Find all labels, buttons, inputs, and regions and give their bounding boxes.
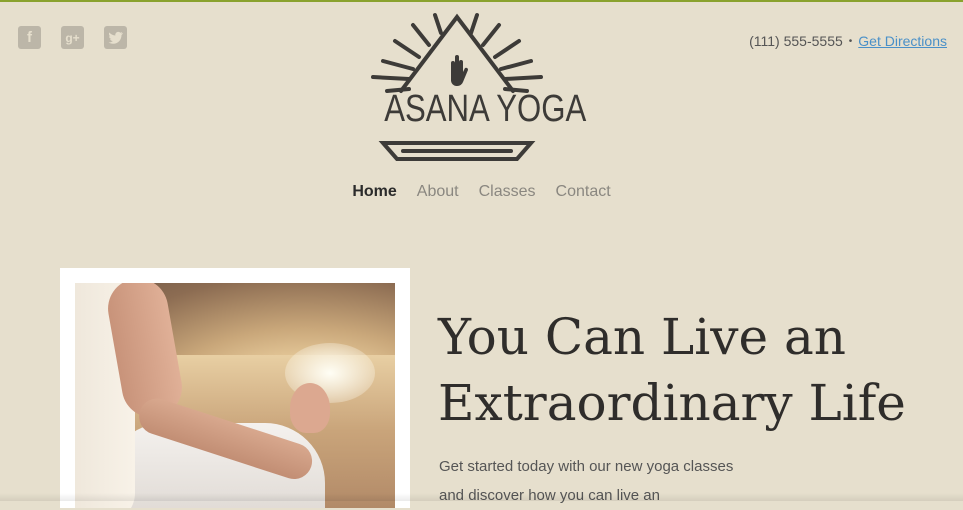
hero-image-frame <box>60 268 410 508</box>
brand-name: ASANA YOGA <box>384 88 587 130</box>
social-links: f g+ <box>18 26 127 49</box>
nav-item-home[interactable]: Home <box>352 183 396 201</box>
hero-headline: You Can Live an Extraordinary Life <box>438 308 906 432</box>
phone-number: (111) 555-5555 <box>749 33 843 49</box>
twitter-bird-icon <box>108 31 123 44</box>
main-nav: Home About Classes Contact <box>0 183 963 201</box>
header-contact: (111) 555-5555 • Get Directions <box>749 33 947 49</box>
twitter-icon[interactable] <box>104 26 127 49</box>
nav-item-contact[interactable]: Contact <box>556 183 611 201</box>
hero-image <box>75 283 395 508</box>
google-plus-glyph: g+ <box>65 30 80 45</box>
bottom-shade <box>0 493 963 501</box>
nav-item-classes[interactable]: Classes <box>479 183 536 201</box>
google-plus-icon[interactable]: g+ <box>61 26 84 49</box>
get-directions-link[interactable]: Get Directions <box>858 33 947 49</box>
asana-yoga-logo-icon[interactable] <box>369 11 549 163</box>
facebook-icon[interactable]: f <box>18 26 41 49</box>
hero-hand <box>290 383 330 433</box>
facebook-glyph: f <box>27 29 32 46</box>
nav-item-about[interactable]: About <box>417 183 459 201</box>
separator: • <box>848 35 853 47</box>
hero-intro-text: Get started today with our new yoga clas… <box>439 458 734 504</box>
